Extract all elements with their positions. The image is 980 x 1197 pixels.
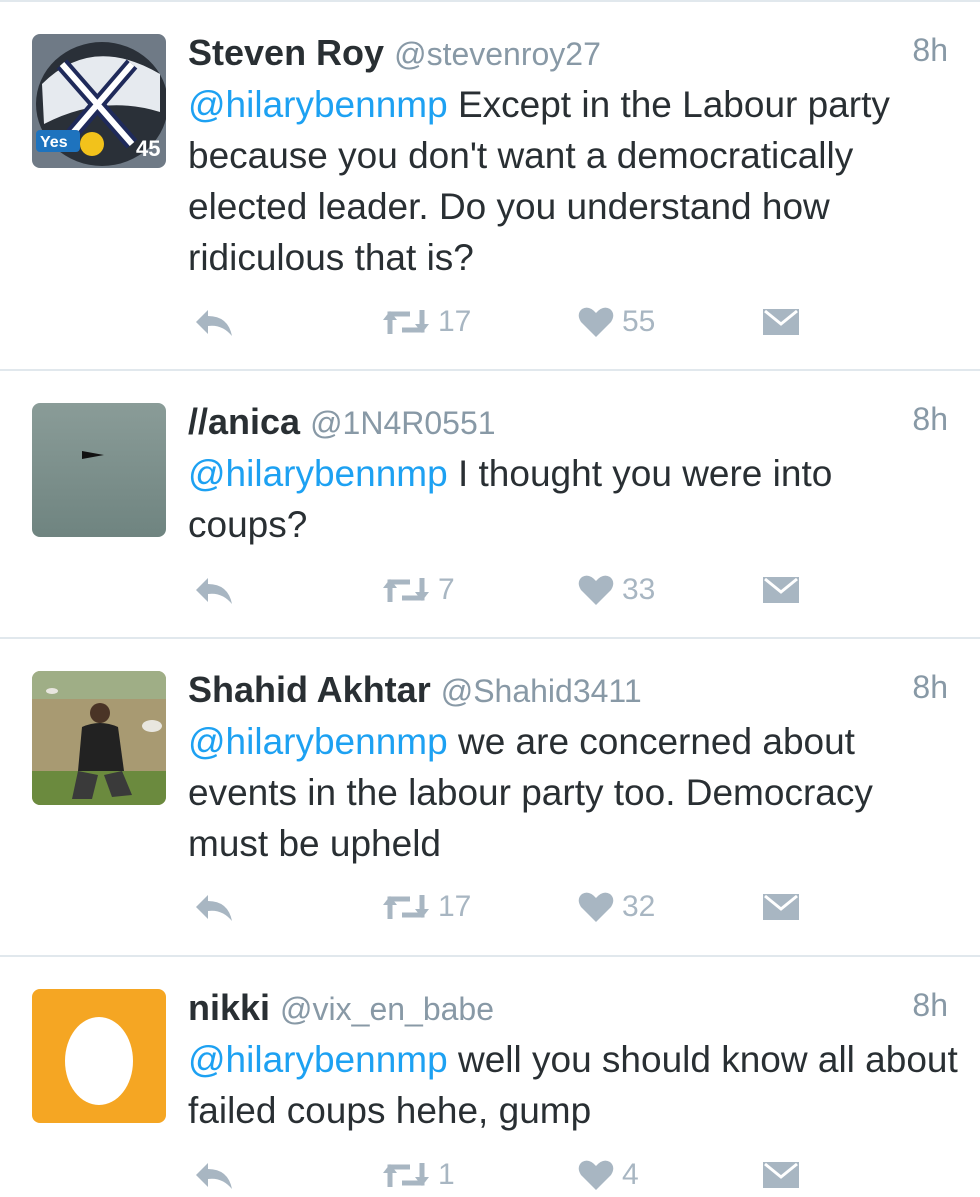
avatar[interactable]: [32, 403, 166, 537]
like-count: 55: [622, 305, 656, 338]
display-name[interactable]: Shahid Akhtar: [188, 669, 431, 710]
display-name[interactable]: nikki: [188, 987, 270, 1028]
tweet-actions: 7 33: [188, 568, 828, 612]
display-name[interactable]: Steven Roy: [188, 32, 384, 73]
egg-icon: [65, 1017, 133, 1105]
reply-icon: [196, 578, 232, 604]
tweet-text: @hilarybennmp I thought you were into co…: [188, 448, 958, 550]
mention-link[interactable]: @hilarybennmp: [188, 84, 448, 125]
like-count: 32: [622, 890, 656, 923]
reply-button[interactable]: [192, 300, 236, 344]
envelope-icon: [763, 577, 799, 603]
tweet-actions: 17 55: [188, 300, 828, 344]
like-button[interactable]: 32: [578, 885, 655, 929]
direct-message-button[interactable]: [762, 300, 800, 344]
tweet[interactable]: Shahid Akhtar @Shahid3411 8h @hilarybennm…: [0, 639, 980, 957]
user-handle[interactable]: @1N4R0551: [310, 405, 495, 441]
retweet-count: 7: [438, 573, 455, 606]
tweet-actions: 1 4: [188, 1153, 828, 1197]
reply-icon: [196, 895, 232, 921]
heart-icon: [578, 1160, 614, 1190]
user-handle[interactable]: @vix_en_babe: [280, 991, 494, 1027]
timestamp[interactable]: 8h: [912, 669, 948, 706]
envelope-icon: [763, 1162, 799, 1188]
heart-icon: [578, 892, 614, 922]
envelope-icon: [763, 309, 799, 335]
tweet-actions: 17 32: [188, 885, 828, 929]
reply-icon: [196, 310, 232, 336]
tweet-text: @hilarybennmp we are concerned about eve…: [188, 716, 958, 869]
timestamp[interactable]: 8h: [912, 401, 948, 438]
like-button[interactable]: 33: [578, 568, 655, 612]
timestamp[interactable]: 8h: [912, 32, 948, 69]
retweet-icon: [383, 895, 429, 919]
retweet-button[interactable]: 17: [382, 885, 471, 929]
like-count: 4: [622, 1158, 639, 1191]
tweet[interactable]: //anica @1N4R0551 8h @hilarybennmp I thou…: [0, 371, 980, 639]
retweet-button[interactable]: 7: [382, 568, 455, 612]
direct-message-button[interactable]: [762, 885, 800, 929]
reply-button[interactable]: [192, 1153, 236, 1197]
retweet-button[interactable]: 1: [382, 1153, 455, 1197]
retweet-count: 17: [438, 890, 472, 923]
retweet-button[interactable]: 17: [382, 300, 471, 344]
avatar[interactable]: [32, 989, 166, 1123]
mention-link[interactable]: @hilarybennmp: [188, 1039, 448, 1080]
mention-link[interactable]: @hilarybennmp: [188, 453, 448, 494]
tweet[interactable]: Yes 45 Steven Roy @stevenroy27 8h @hilary…: [0, 0, 980, 371]
like-count: 33: [622, 573, 656, 606]
heart-icon: [578, 575, 614, 605]
avatar[interactable]: [32, 671, 166, 805]
avatar-badge-text: Yes: [40, 134, 68, 151]
envelope-icon: [763, 894, 799, 920]
tweet-text: @hilarybennmp Except in the Labour party…: [188, 79, 958, 283]
retweet-count: 17: [438, 305, 472, 338]
avatar-number: 45: [136, 136, 160, 161]
retweet-count: 1: [438, 1158, 455, 1191]
avatar[interactable]: Yes 45: [32, 34, 166, 168]
like-button[interactable]: 4: [578, 1153, 639, 1197]
reply-icon: [196, 1163, 232, 1189]
retweet-icon: [383, 1163, 429, 1187]
display-name[interactable]: //anica: [188, 401, 300, 442]
tweet-text: @hilarybennmp well you should know all a…: [188, 1034, 958, 1136]
direct-message-button[interactable]: [762, 568, 800, 612]
user-handle[interactable]: @stevenroy27: [394, 36, 601, 72]
retweet-icon: [383, 310, 429, 334]
tweet-feed: Yes 45 Steven Roy @stevenroy27 8h @hilary…: [0, 0, 980, 1193]
user-handle[interactable]: @Shahid3411: [441, 673, 642, 709]
tweet[interactable]: nikki @vix_en_babe 8h @hilarybennmp well …: [0, 957, 980, 1193]
like-button[interactable]: 55: [578, 300, 655, 344]
timestamp[interactable]: 8h: [912, 987, 948, 1024]
direct-message-button[interactable]: [762, 1153, 800, 1197]
mention-link[interactable]: @hilarybennmp: [188, 721, 448, 762]
retweet-icon: [383, 578, 429, 602]
reply-button[interactable]: [192, 568, 236, 612]
reply-button[interactable]: [192, 885, 236, 929]
heart-icon: [578, 307, 614, 337]
